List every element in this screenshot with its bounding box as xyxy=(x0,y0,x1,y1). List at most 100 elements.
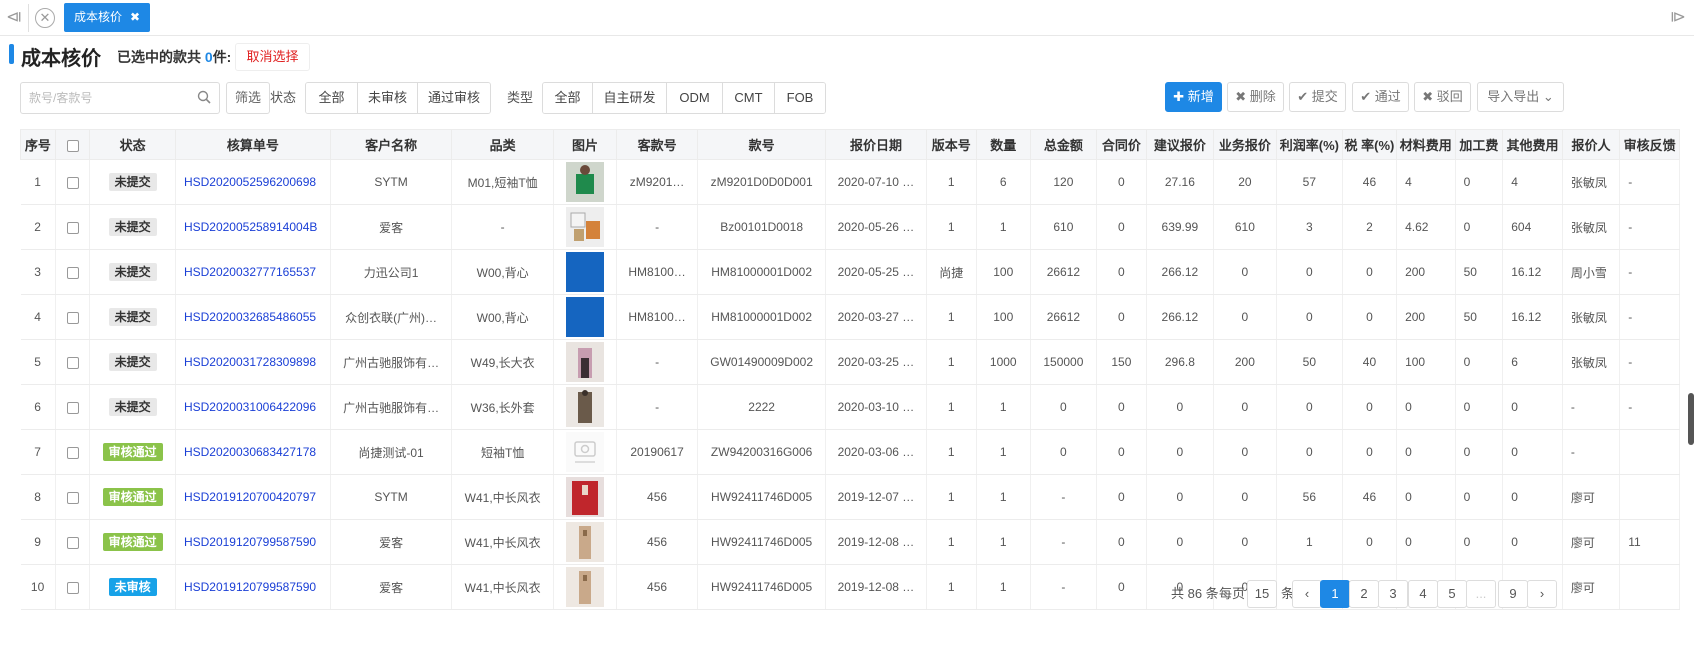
type-option-fob[interactable]: FOB xyxy=(775,83,825,113)
import-export-label: 导入导出 xyxy=(1487,89,1540,104)
status-badge: 未提交 xyxy=(108,353,157,371)
type-option-cmt[interactable]: CMT xyxy=(723,83,775,113)
col-date-cell: 2019-12-08 … xyxy=(825,519,927,565)
col-code-cell: HSD2020031728309898 xyxy=(175,339,331,385)
col-suggest-cell: 0 xyxy=(1146,429,1214,475)
add-button[interactable]: ✚ 新增 xyxy=(1165,82,1222,112)
product-thumbnail-placeholder[interactable] xyxy=(566,432,605,472)
select-all-checkbox[interactable] xyxy=(66,139,79,152)
page-button-1[interactable]: 1 xyxy=(1320,580,1350,608)
row-checkbox[interactable] xyxy=(66,176,79,189)
table-row[interactable]: 9 审核通过 HSD2019120799587590 爱客 W41,中长风衣 456 HW9… xyxy=(20,519,1680,565)
pricing-code-link[interactable]: HSD2020032777165537 xyxy=(184,265,316,279)
table-row[interactable]: 4 未提交 HSD2020032685486055 众创衣联(广州)… W00,背心 HM… xyxy=(20,294,1680,340)
col-select-cell xyxy=(55,564,91,610)
table-row[interactable]: 5 未提交 HSD2020031728309898 广州古驰服饰有… W49,长大衣 - G… xyxy=(20,339,1680,385)
page-button-9[interactable]: 9 xyxy=(1498,580,1528,608)
col-version-header: 版本号 xyxy=(925,129,977,160)
table-row[interactable]: 3 未提交 HSD2020032777165537 力迅公司1 W00,背心 HM8100… xyxy=(20,249,1680,295)
pricing-code-link[interactable]: HSD2020030683427178 xyxy=(184,445,316,459)
row-checkbox[interactable] xyxy=(66,536,79,549)
pricing-code-link[interactable]: HSD2020032685486055 xyxy=(184,310,316,324)
table-row[interactable]: 2 未提交 HSD202005258914004B 爱客 - - Bz00101D0018 2… xyxy=(20,204,1680,250)
type-option-all[interactable]: 全部 xyxy=(543,83,593,113)
col-select-cell xyxy=(55,429,91,475)
col-image-cell xyxy=(553,159,617,205)
col-date-cell: 2019-12-08 … xyxy=(825,564,927,610)
page-button-5[interactable]: 5 xyxy=(1437,580,1467,608)
col-customer-style-cell: 20190617 xyxy=(616,429,699,475)
row-checkbox[interactable] xyxy=(66,311,79,324)
pricing-code-link[interactable]: HSD2019120799587590 xyxy=(184,580,316,594)
table-row[interactable]: 7 审核通过 HSD2020030683427178 尚捷测试-01 短袖T恤 20190… xyxy=(20,429,1680,475)
tab-cost-pricing[interactable]: 成本核价 ✖ xyxy=(64,3,150,32)
page-button-3[interactable]: 3 xyxy=(1378,580,1408,608)
col-qty-cell: 1 xyxy=(976,384,1031,430)
add-label: 新增 xyxy=(1187,89,1214,104)
type-option-odm[interactable]: ODM xyxy=(667,83,723,113)
pricing-code-link[interactable]: HSD2019120799587590 xyxy=(184,535,316,549)
col-version-cell: 1 xyxy=(926,564,977,610)
row-checkbox[interactable] xyxy=(66,266,79,279)
import-export-dropdown[interactable]: 导入导出 ⌄ xyxy=(1477,82,1564,112)
product-thumbnail-blue[interactable] xyxy=(566,297,605,337)
col-no-cell: 10 xyxy=(20,564,56,610)
search-icon[interactable] xyxy=(197,90,211,104)
page-button-4[interactable]: 4 xyxy=(1408,580,1438,608)
row-checkbox[interactable] xyxy=(66,356,79,369)
per-page-select[interactable]: 15 xyxy=(1247,580,1277,608)
page-button-2[interactable]: 2 xyxy=(1349,580,1379,608)
table-row[interactable]: 1 未提交 HSD2020052596200698 SYTM M01,短袖T恤 zM920… xyxy=(20,159,1680,205)
pricing-code-link[interactable]: HSD2020052596200698 xyxy=(184,175,316,189)
next-page-button[interactable]: › xyxy=(1527,580,1557,608)
col-select-cell xyxy=(55,294,91,340)
product-thumbnail-coat-dark[interactable] xyxy=(566,387,605,427)
col-contract-cell: 0 xyxy=(1096,474,1147,520)
status-filter-group: 全部 未审核 通过审核 xyxy=(305,82,491,114)
col-material-cell: 0 xyxy=(1396,519,1456,565)
table-row[interactable]: 8 审核通过 HSD2019120700420797 SYTM W41,中长风衣 456 H… xyxy=(20,474,1680,520)
pricing-code-link[interactable]: HSD2019120700420797 xyxy=(184,490,316,504)
product-thumbnail-kids-set[interactable] xyxy=(566,207,605,247)
col-contract-cell: 0 xyxy=(1096,159,1147,205)
col-profit-cell: 50 xyxy=(1276,339,1343,385)
prev-page-button[interactable]: ‹ xyxy=(1292,580,1322,608)
filter-button[interactable]: 筛选 xyxy=(226,82,270,114)
pricing-code-link[interactable]: HSD2020031728309898 xyxy=(184,355,316,369)
status-option-unreviewed[interactable]: 未审核 xyxy=(358,83,418,113)
reject-button[interactable]: ✖ 驳回 xyxy=(1414,82,1471,112)
product-thumbnail-trench[interactable] xyxy=(566,522,605,562)
col-total-cell: - xyxy=(1030,564,1097,610)
delete-button[interactable]: ✖ 删除 xyxy=(1227,82,1284,112)
status-option-approved[interactable]: 通过审核 xyxy=(418,83,490,113)
row-checkbox[interactable] xyxy=(66,491,79,504)
product-thumbnail-trench[interactable] xyxy=(566,567,605,607)
col-other-cell: 0 xyxy=(1502,474,1563,520)
search-input[interactable] xyxy=(21,83,191,113)
col-image-cell xyxy=(553,564,617,610)
pricing-code-link[interactable]: HSD202005258914004B xyxy=(184,220,317,234)
col-other-cell: 0 xyxy=(1502,519,1563,565)
close-all-icon[interactable]: ✕ xyxy=(35,8,55,28)
table-row[interactable]: 6 未提交 HSD2020031006422096 广州古驰服饰有… W36,长外套 -2… xyxy=(20,384,1680,430)
pricing-code-link[interactable]: HSD2020031006422096 xyxy=(184,400,316,414)
scroll-right-icon[interactable]: ⧐ xyxy=(1670,8,1686,28)
scroll-left-icon[interactable]: ⧏ xyxy=(6,8,22,28)
product-thumbnail-blue[interactable] xyxy=(566,252,605,292)
cancel-selection-button[interactable]: 取消选择 xyxy=(235,43,310,71)
approve-button[interactable]: ✔ 通过 xyxy=(1352,82,1409,112)
type-option-self-developed[interactable]: 自主研发 xyxy=(593,83,667,113)
row-checkbox[interactable] xyxy=(66,221,79,234)
tab-close-icon[interactable]: ✖ xyxy=(130,3,140,32)
product-thumbnail-green-shirt[interactable] xyxy=(566,162,605,202)
row-checkbox[interactable] xyxy=(66,446,79,459)
product-thumbnail-coat-light[interactable] xyxy=(566,342,605,382)
row-checkbox[interactable] xyxy=(66,401,79,414)
page-scrollbar-handle[interactable] xyxy=(1688,393,1694,445)
submit-button[interactable]: ✔ 提交 xyxy=(1289,82,1346,112)
row-checkbox[interactable] xyxy=(66,581,79,594)
col-suggest-cell: 0 xyxy=(1146,384,1214,430)
product-thumbnail-red-coat[interactable] xyxy=(566,477,605,517)
col-suggest-cell: 27.16 xyxy=(1146,159,1214,205)
status-option-all[interactable]: 全部 xyxy=(306,83,358,113)
